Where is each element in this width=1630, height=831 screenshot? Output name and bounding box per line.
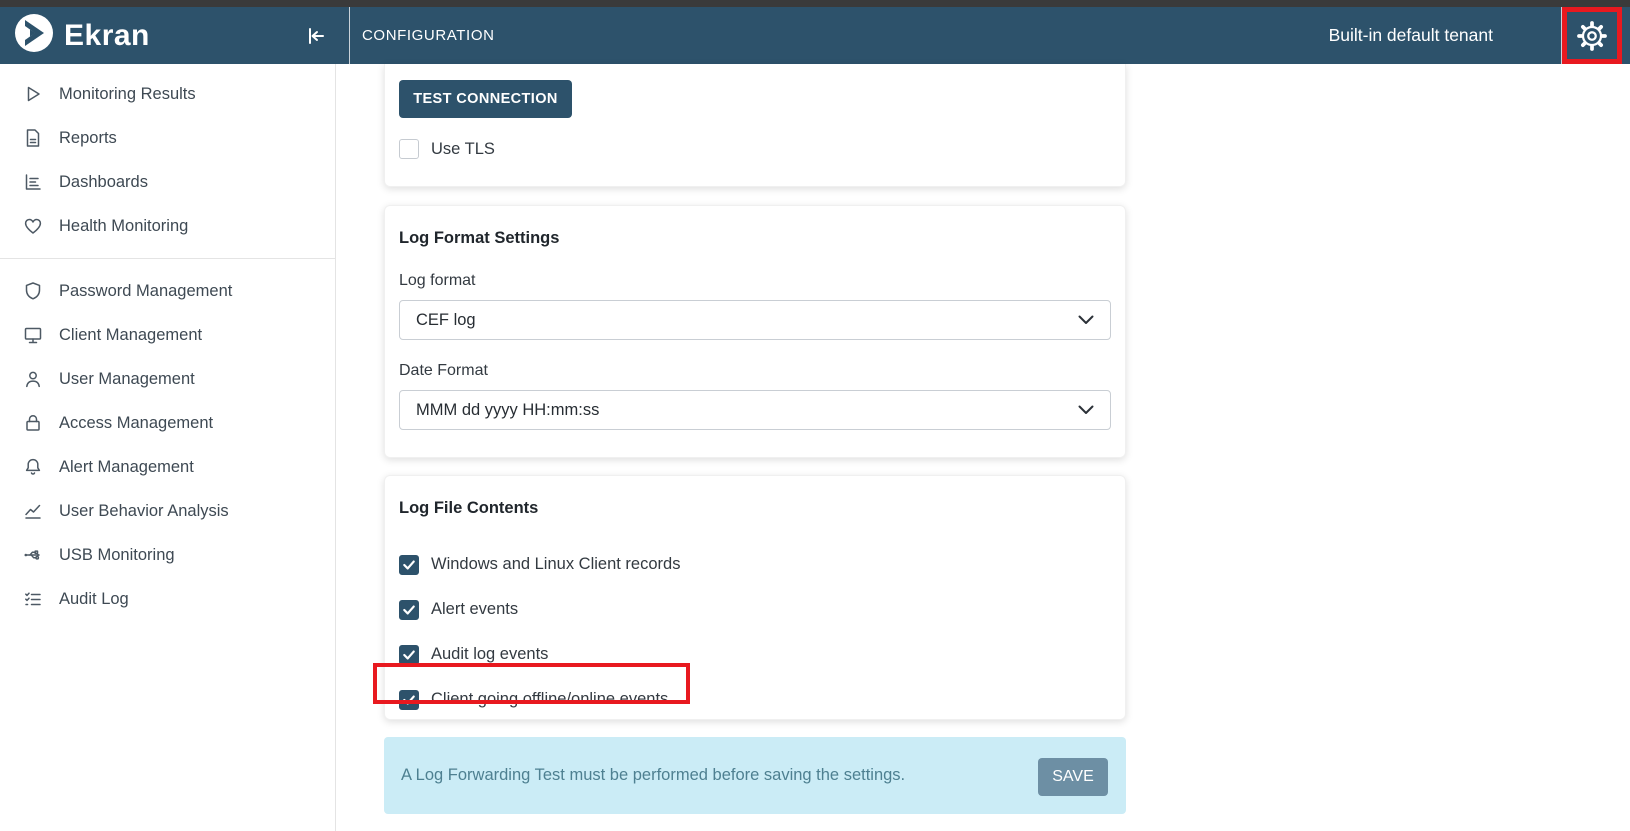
lock-icon (21, 412, 45, 434)
sidebar-item-usb-monitoring[interactable]: USB Monitoring (0, 533, 335, 577)
line-chart-icon (21, 500, 45, 522)
sidebar-item-label: Access Management (59, 414, 213, 433)
sidebar-item-label: Reports (59, 129, 117, 148)
client-offline-online-checkbox[interactable] (399, 690, 419, 710)
play-icon (21, 83, 45, 105)
sidebar-item-monitoring-results[interactable]: Monitoring Results (0, 72, 335, 116)
sidebar-item-label: Audit Log (59, 590, 129, 609)
chevron-down-icon (1078, 311, 1094, 330)
sidebar-item-label: USB Monitoring (59, 546, 175, 565)
tenant-name[interactable]: Built-in default tenant (1329, 25, 1493, 46)
ekran-logo[interactable]: Ekran (14, 13, 150, 58)
sidebar-item-label: Client Management (59, 326, 202, 345)
checkbox-label: Alert events (431, 600, 518, 619)
app-header: Ekran CONFIGURATION Built-in default ten… (0, 7, 1630, 64)
checkbox-label: Windows and Linux Client records (431, 555, 680, 574)
header-divider (349, 7, 350, 64)
chevron-down-icon (1078, 401, 1094, 420)
sidebar-item-health-monitoring[interactable]: Health Monitoring (0, 204, 335, 248)
checkbox-row-audit-log-events: Audit log events (399, 632, 1111, 677)
sidebar-divider (0, 258, 335, 259)
log-format-settings-card: Log Format Settings Log format CEF log D… (384, 205, 1126, 458)
date-format-select[interactable]: MMM dd yyyy HH:mm:ss (399, 390, 1111, 430)
brand-zone: Ekran (0, 7, 336, 64)
sidebar-item-label: Health Monitoring (59, 217, 188, 236)
checkbox-label: Audit log events (431, 645, 548, 664)
checkbox-row-alert-events: Alert events (399, 587, 1111, 632)
brand-name: Ekran (64, 19, 150, 53)
heart-icon (21, 215, 45, 237)
save-notice-bar: A Log Forwarding Test must be performed … (384, 737, 1126, 814)
sidebar-item-label: User Behavior Analysis (59, 502, 229, 521)
ekran-logo-icon (14, 13, 54, 58)
usb-icon (21, 544, 45, 566)
sidebar-nav: Monitoring Results Reports Dashboards He… (0, 64, 336, 831)
browser-top-strip (0, 0, 1630, 7)
sidebar-item-password-management[interactable]: Password Management (0, 269, 335, 313)
notice-text: A Log Forwarding Test must be performed … (401, 766, 905, 785)
settings-gear-icon[interactable] (1562, 7, 1622, 64)
checklist-icon (21, 588, 45, 610)
checkbox-row-client-offline-online: Client going offline/online events (399, 677, 1111, 722)
bell-icon (21, 456, 45, 478)
user-icon (21, 368, 45, 390)
sidebar-item-label: Dashboards (59, 173, 148, 192)
alert-events-checkbox[interactable] (399, 600, 419, 620)
log-file-contents-card: Log File Contents Windows and Linux Clie… (384, 475, 1126, 720)
sidebar-item-user-management[interactable]: User Management (0, 357, 335, 401)
date-format-select-value: MMM dd yyyy HH:mm:ss (416, 401, 599, 420)
checkbox-label: Client going offline/online events (431, 690, 668, 709)
audit-log-events-checkbox[interactable] (399, 645, 419, 665)
log-format-label: Log format (399, 272, 1111, 290)
sidebar-item-client-management[interactable]: Client Management (0, 313, 335, 357)
log-format-select-value: CEF log (416, 311, 476, 330)
monitor-icon (21, 324, 45, 346)
sidebar-item-audit-log[interactable]: Audit Log (0, 577, 335, 621)
connection-card: TEST CONNECTION Use TLS (384, 64, 1126, 187)
sidebar-item-label: User Management (59, 370, 195, 389)
sidebar-item-label: Password Management (59, 282, 232, 301)
windows-linux-records-checkbox[interactable] (399, 555, 419, 575)
sidebar-item-reports[interactable]: Reports (0, 116, 335, 160)
card-title: Log Format Settings (399, 229, 1111, 248)
sidebar-item-label: Monitoring Results (59, 85, 196, 104)
collapse-sidebar-icon[interactable] (301, 21, 331, 51)
page-title: CONFIGURATION (362, 27, 495, 44)
report-document-icon (21, 127, 45, 149)
checkbox-row-windows-linux-records: Windows and Linux Client records (399, 542, 1111, 587)
main-content: TEST CONNECTION Use TLS Log Format Setti… (336, 64, 1630, 831)
shield-icon (21, 280, 45, 302)
sidebar-item-access-management[interactable]: Access Management (0, 401, 335, 445)
sidebar-item-alert-management[interactable]: Alert Management (0, 445, 335, 489)
log-format-select[interactable]: CEF log (399, 300, 1111, 340)
save-button[interactable]: SAVE (1038, 758, 1108, 796)
sidebar-item-dashboards[interactable]: Dashboards (0, 160, 335, 204)
dashboard-chart-icon (21, 171, 45, 193)
use-tls-row: Use TLS (399, 139, 1111, 159)
card-title: Log File Contents (399, 499, 1111, 518)
date-format-label: Date Format (399, 362, 1111, 380)
use-tls-label: Use TLS (431, 140, 495, 159)
use-tls-checkbox[interactable] (399, 139, 419, 159)
test-connection-button[interactable]: TEST CONNECTION (399, 80, 572, 118)
sidebar-item-user-behavior-analysis[interactable]: User Behavior Analysis (0, 489, 335, 533)
sidebar-item-label: Alert Management (59, 458, 194, 477)
